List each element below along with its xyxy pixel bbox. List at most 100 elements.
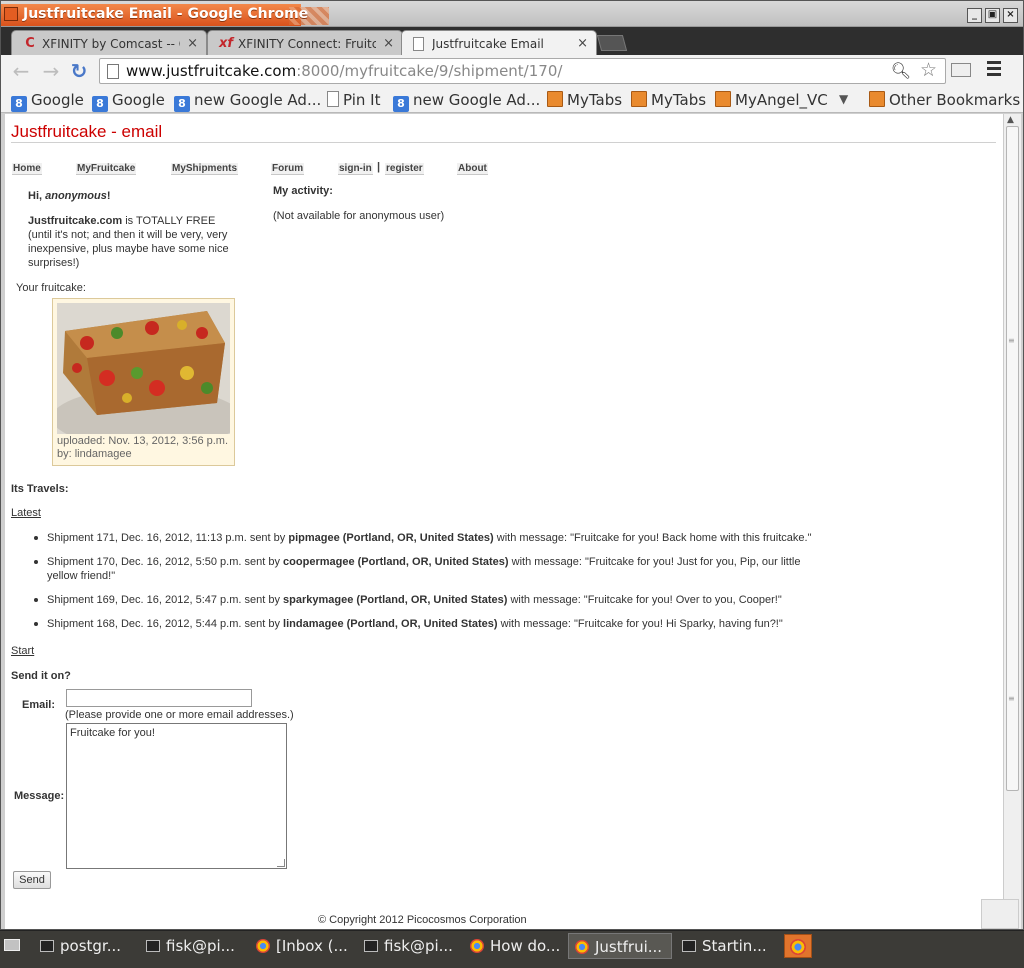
bookmark-new-google-ad-2[interactable]: 8 new Google Ad... bbox=[393, 91, 540, 112]
menu-icon[interactable] bbox=[987, 61, 1001, 77]
back-arrow-icon[interactable]: ← bbox=[9, 59, 33, 83]
window-title: Justfruitcake Email - Google Chrome bbox=[23, 6, 309, 22]
nav-register[interactable]: register bbox=[385, 163, 424, 175]
taskbar-item-active[interactable]: Justfrui... bbox=[568, 933, 672, 959]
keyboard-icon[interactable] bbox=[981, 899, 1019, 929]
shipment-sender[interactable]: lindamagee (Portland, OR, United States) bbox=[283, 618, 498, 630]
fruitcake-image[interactable] bbox=[57, 303, 230, 434]
taskbar-item[interactable]: Startin... bbox=[676, 933, 767, 959]
resize-grip-icon[interactable] bbox=[277, 859, 285, 867]
greeting: Hi, anonymous! bbox=[28, 189, 111, 203]
bookmark-google-2[interactable]: 8 Google bbox=[92, 91, 165, 112]
vertical-scrollbar[interactable]: ▲ ≡ ≡ bbox=[1003, 114, 1021, 929]
nav-myshipments[interactable]: MyShipments bbox=[171, 163, 239, 175]
bookmark-label: Google bbox=[112, 91, 165, 109]
close-tab-icon[interactable]: × bbox=[383, 36, 394, 51]
url-path: :8000/myfruitcake/9/shipment/170/ bbox=[296, 62, 563, 80]
send-heading: Send it on? bbox=[11, 670, 71, 682]
address-bar[interactable]: www.justfruitcake.com:8000/myfruitcake/9… bbox=[99, 58, 946, 84]
title-divider bbox=[11, 142, 996, 143]
bookmark-google[interactable]: 8 Google bbox=[11, 91, 84, 112]
shipment-sender[interactable]: sparkymagee (Portland, OR, United States… bbox=[283, 594, 507, 606]
message-textarea[interactable]: Fruitcake for you! bbox=[66, 723, 287, 869]
page-icon bbox=[327, 91, 339, 107]
scrollbar-thumb[interactable] bbox=[1006, 126, 1019, 791]
message-label: Message: bbox=[14, 790, 65, 802]
message-text: Fruitcake for you! bbox=[70, 727, 155, 739]
xfinity-icon: xf bbox=[218, 36, 234, 51]
list-item: Shipment 170, Dec. 16, 2012, 5:50 p.m. s… bbox=[34, 555, 827, 583]
folder-icon bbox=[631, 91, 647, 107]
bookmark-label: new Google Ad... bbox=[194, 91, 322, 109]
google-icon: 8 bbox=[92, 96, 108, 112]
list-item: Shipment 168, Dec. 16, 2012, 5:44 p.m. s… bbox=[34, 617, 827, 631]
site-title: Justfruitcake - email bbox=[11, 122, 163, 141]
nav-home[interactable]: Home bbox=[12, 163, 42, 175]
shipment-meta: Shipment 171, Dec. 16, 2012, 11:13 p.m. … bbox=[47, 532, 289, 544]
url-host: www.justfruitcake.com bbox=[126, 62, 297, 80]
greeting-name: anonymous bbox=[45, 190, 107, 202]
reload-icon[interactable]: ↻ bbox=[67, 59, 91, 83]
shipment-message: with message: "Fruitcake for you! Hi Spa… bbox=[497, 618, 783, 630]
taskbar-item[interactable]: postgr... bbox=[34, 933, 121, 959]
chrome-icon bbox=[470, 939, 484, 953]
taskbar-item[interactable]: How do... bbox=[464, 933, 560, 959]
forward-arrow-icon[interactable]: → bbox=[39, 59, 63, 83]
shipment-sender[interactable]: pipmagee (Portland, OR, United States) bbox=[288, 532, 493, 544]
shipment-meta: Shipment 168, Dec. 16, 2012, 5:44 p.m. s… bbox=[47, 618, 284, 630]
uploaded-date: uploaded: Nov. 13, 2012, 3:56 p.m. bbox=[57, 435, 229, 447]
close-tab-icon[interactable]: × bbox=[577, 36, 588, 51]
your-fruitcake-label: Your fruitcake: bbox=[16, 282, 86, 294]
bookmark-label: Google bbox=[31, 91, 84, 109]
email-field[interactable] bbox=[66, 689, 252, 707]
bookmarks-overflow-icon[interactable]: ▼ bbox=[839, 92, 848, 106]
close-window-button[interactable]: × bbox=[1003, 8, 1018, 23]
taskbar-item[interactable]: fisk@pi... bbox=[140, 933, 235, 959]
send-button[interactable]: Send bbox=[13, 871, 51, 889]
email-label: Email: bbox=[22, 699, 56, 711]
scroll-up-icon[interactable]: ▲ bbox=[1007, 115, 1014, 125]
nav-forum[interactable]: Forum bbox=[271, 163, 305, 175]
bookmark-folder-myangel[interactable]: MyAngel_VC bbox=[715, 91, 828, 109]
google-icon: 8 bbox=[393, 96, 409, 112]
nav-myfruitcake[interactable]: MyFruitcake bbox=[76, 163, 137, 175]
google-icon: 8 bbox=[11, 96, 27, 112]
bookmark-folder-mytabs-2[interactable]: MyTabs bbox=[631, 91, 706, 109]
maximize-button[interactable]: ▣ bbox=[985, 8, 1000, 23]
window-icon[interactable] bbox=[4, 7, 18, 21]
taskbar-label: Justfrui... bbox=[595, 938, 663, 956]
tab-xfinity-comcast[interactable]: C XFINITY by Comcast -- Offi × bbox=[11, 30, 207, 56]
terminal-icon bbox=[146, 940, 160, 952]
bookmark-new-google-ad[interactable]: 8 new Google Ad... bbox=[174, 91, 321, 112]
shipment-message: with message: "Fruitcake for you! Back h… bbox=[493, 532, 812, 544]
mail-icon[interactable] bbox=[951, 63, 971, 77]
chrome-icon bbox=[575, 940, 589, 954]
bookmark-star-icon[interactable]: ☆ bbox=[920, 59, 937, 81]
close-tab-icon[interactable]: × bbox=[187, 36, 198, 51]
nav-about[interactable]: About bbox=[457, 163, 488, 175]
zoom-icon[interactable]: 🔍︎ bbox=[891, 61, 911, 80]
new-tab-button[interactable] bbox=[596, 35, 628, 51]
bookmark-folder-other[interactable]: Other Bookmarks bbox=[869, 91, 1020, 109]
bookmark-label: MyTabs bbox=[567, 91, 623, 109]
free-notice: Justfruitcake.com is TOTALLY FREE (until… bbox=[28, 214, 238, 270]
taskbar-item[interactable]: [Inbox (... bbox=[250, 933, 348, 959]
tab-label: XFINITY Connect: Fruitcak bbox=[238, 37, 376, 51]
shipment-sender[interactable]: coopermagee (Portland, OR, United States… bbox=[283, 556, 509, 568]
start-link[interactable]: Start bbox=[11, 644, 34, 658]
tray-chrome-icon[interactable] bbox=[784, 934, 812, 958]
latest-link[interactable]: Latest bbox=[11, 506, 41, 520]
taskbar-item[interactable]: fisk@pi... bbox=[358, 933, 453, 959]
tab-justfruitcake-email[interactable]: Justfruitcake Email × bbox=[401, 30, 597, 57]
comcast-icon: C bbox=[25, 36, 35, 51]
bookmark-pin-it[interactable]: Pin It bbox=[327, 91, 380, 109]
nav-sign-in[interactable]: sign-in bbox=[338, 163, 373, 175]
bookmark-label: Pin It bbox=[343, 91, 381, 109]
minimize-button[interactable]: _ bbox=[967, 8, 982, 23]
tab-xfinity-connect[interactable]: xf XFINITY Connect: Fruitcak × bbox=[207, 30, 403, 56]
bookmark-folder-mytabs[interactable]: MyTabs bbox=[547, 91, 622, 109]
tab-label: XFINITY by Comcast -- Offi bbox=[42, 37, 180, 51]
show-desktop-icon[interactable] bbox=[4, 939, 20, 951]
folder-icon bbox=[869, 91, 885, 107]
taskbar-label: [Inbox (... bbox=[276, 937, 348, 955]
